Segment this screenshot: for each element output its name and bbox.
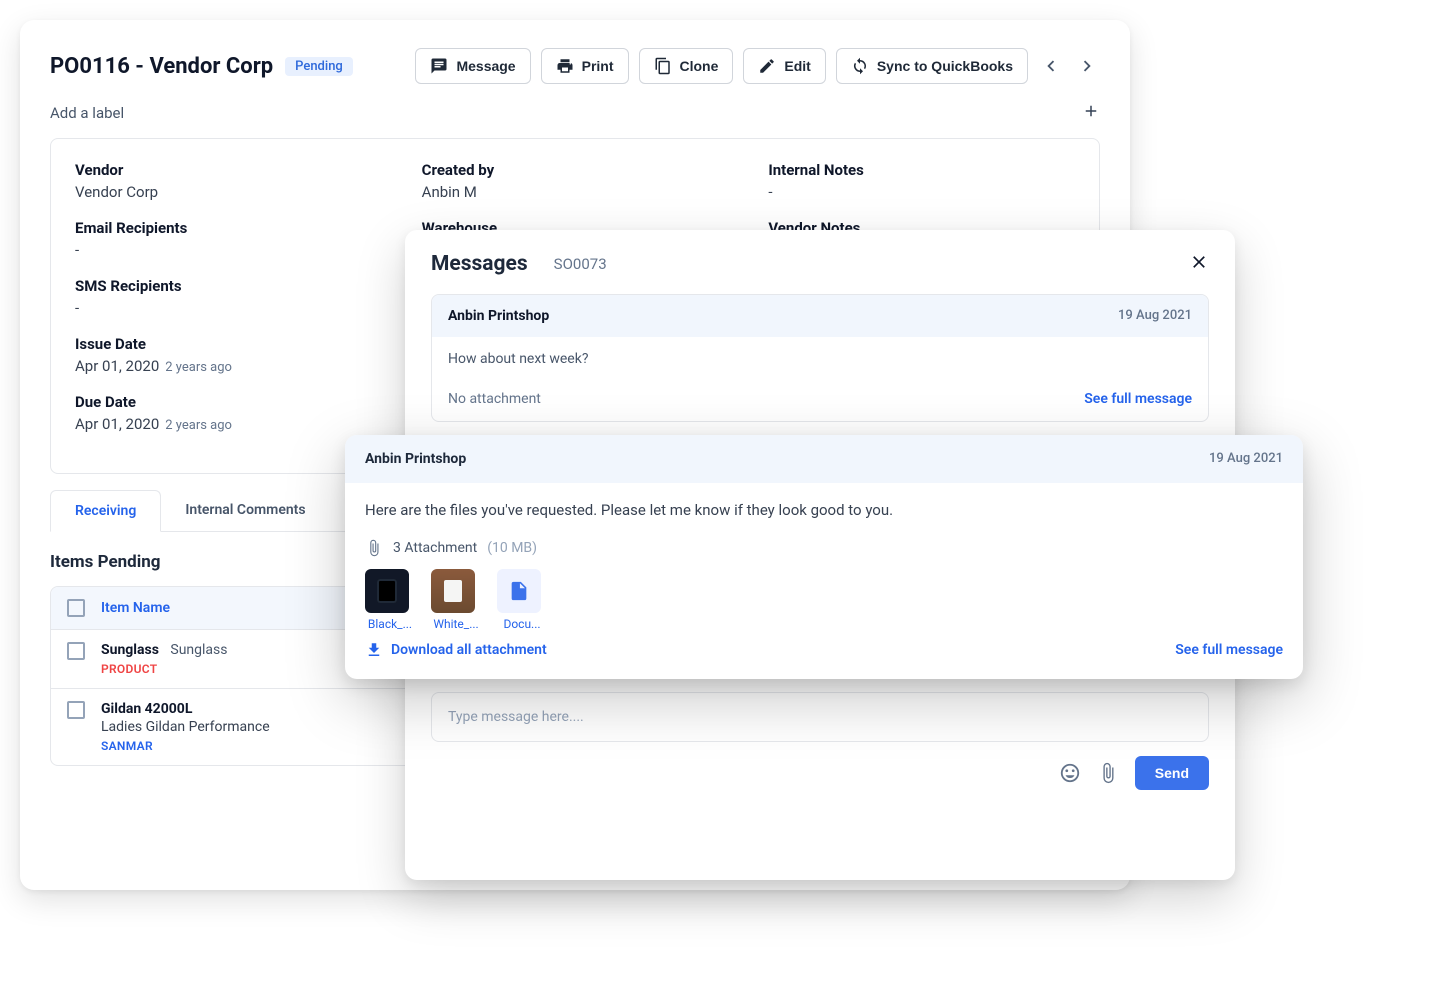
clone-button[interactable]: Clone: [639, 48, 734, 84]
issue-label: Issue Date: [75, 335, 382, 353]
message-from: Anbin Printshop: [448, 308, 549, 324]
attachment-name[interactable]: White_...: [431, 617, 481, 631]
item-name: Sunglass: [101, 642, 159, 658]
print-button[interactable]: Print: [541, 48, 629, 84]
col-item-name[interactable]: Item Name: [101, 600, 170, 616]
sms-label: SMS Recipients: [75, 277, 382, 295]
item-tag: PRODUCT: [101, 662, 227, 676]
see-full-message-link[interactable]: See full message: [1175, 642, 1283, 658]
compose-box[interactable]: Type message here....: [431, 692, 1209, 742]
email-value: -: [75, 241, 382, 259]
vendor-label: Vendor: [75, 161, 382, 179]
full-message-date: 19 Aug 2021: [1209, 451, 1283, 467]
status-badge: Pending: [285, 57, 353, 76]
createdby-value: Anbin M: [422, 183, 729, 201]
attachment-thumb[interactable]: [497, 569, 541, 613]
attachment-name[interactable]: Black_...: [365, 617, 415, 631]
full-message-card: Anbin Printshop 19 Aug 2021 Here are the…: [345, 435, 1303, 679]
messages-title: Messages: [431, 252, 528, 276]
full-message-from: Anbin Printshop: [365, 451, 466, 467]
download-all-link[interactable]: Download all attachment: [391, 642, 547, 658]
message-date: 19 Aug 2021: [1118, 308, 1192, 324]
sync-quickbooks-button[interactable]: Sync to QuickBooks: [836, 48, 1028, 84]
issue-value: Apr 01, 20202 years ago: [75, 357, 382, 375]
tab-receiving[interactable]: Receiving: [50, 490, 161, 532]
email-label: Email Recipients: [75, 219, 382, 237]
po-title: PO0116 - Vendor Corp: [50, 54, 273, 79]
compose-actions: Send: [431, 756, 1209, 790]
chevron-right-icon: [1076, 55, 1098, 77]
edit-button[interactable]: Edit: [743, 48, 825, 84]
compose-placeholder: Type message here....: [448, 709, 584, 725]
sms-value: -: [75, 299, 382, 317]
edit-icon: [758, 57, 776, 75]
full-message-body: Here are the files you've requested. Ple…: [365, 501, 1283, 519]
plus-icon: [1082, 102, 1100, 120]
next-button[interactable]: [1074, 49, 1100, 83]
item-tag: SANMAR: [101, 739, 270, 753]
see-full-message-link[interactable]: See full message: [1084, 391, 1192, 407]
row-checkbox[interactable]: [67, 701, 85, 719]
print-icon: [556, 57, 574, 75]
attachment-thumb[interactable]: [365, 569, 409, 613]
select-all-checkbox[interactable]: [67, 599, 85, 617]
paperclip-icon: [365, 539, 383, 557]
toolbar: Message Print Clone Edit Sync to QuickBo…: [415, 48, 1100, 84]
item-sub: Sunglass: [170, 642, 227, 658]
message-body: How about next week?: [432, 337, 1208, 381]
clone-icon: [654, 57, 672, 75]
file-icon: [508, 580, 530, 602]
close-icon: [1189, 252, 1209, 272]
attachment-thumb[interactable]: [431, 569, 475, 613]
attachment-thumbs: Black_... White_... Docu...: [365, 569, 1283, 631]
emoji-icon[interactable]: [1059, 762, 1081, 784]
internalnotes-value: -: [768, 183, 1075, 201]
item-desc: Ladies Gildan Performance: [101, 719, 270, 735]
po-header: PO0116 - Vendor Corp Pending Message Pri…: [50, 48, 1100, 84]
internalnotes-label: Internal Notes: [768, 161, 1075, 179]
tab-internal-comments[interactable]: Internal Comments: [161, 490, 329, 531]
send-button[interactable]: Send: [1135, 756, 1209, 790]
due-label: Due Date: [75, 393, 382, 411]
add-label-text[interactable]: Add a label: [50, 104, 124, 122]
message-icon: [430, 57, 448, 75]
download-icon: [365, 641, 383, 659]
due-value: Apr 01, 20202 years ago: [75, 415, 382, 433]
message-button[interactable]: Message: [415, 48, 530, 84]
attachment-name[interactable]: Docu...: [497, 617, 547, 631]
attachment-icon[interactable]: [1097, 762, 1119, 784]
message-noattach: No attachment: [448, 391, 541, 407]
createdby-label: Created by: [422, 161, 729, 179]
add-label-button[interactable]: [1082, 102, 1100, 124]
label-row: Add a label: [50, 102, 1100, 124]
sync-icon: [851, 57, 869, 75]
messages-header: Messages SO0073: [431, 252, 1209, 276]
vendor-value: Vendor Corp: [75, 183, 382, 201]
item-name: Gildan 42000L: [101, 701, 192, 717]
chevron-left-icon: [1040, 55, 1062, 77]
row-checkbox[interactable]: [67, 642, 85, 660]
messages-ref: SO0073: [554, 255, 607, 273]
attachment-summary: 3 Attachment (10 MB): [365, 539, 1283, 557]
message-card: Anbin Printshop 19 Aug 2021 How about ne…: [431, 294, 1209, 422]
prev-button[interactable]: [1038, 49, 1064, 83]
close-button[interactable]: [1189, 252, 1209, 276]
